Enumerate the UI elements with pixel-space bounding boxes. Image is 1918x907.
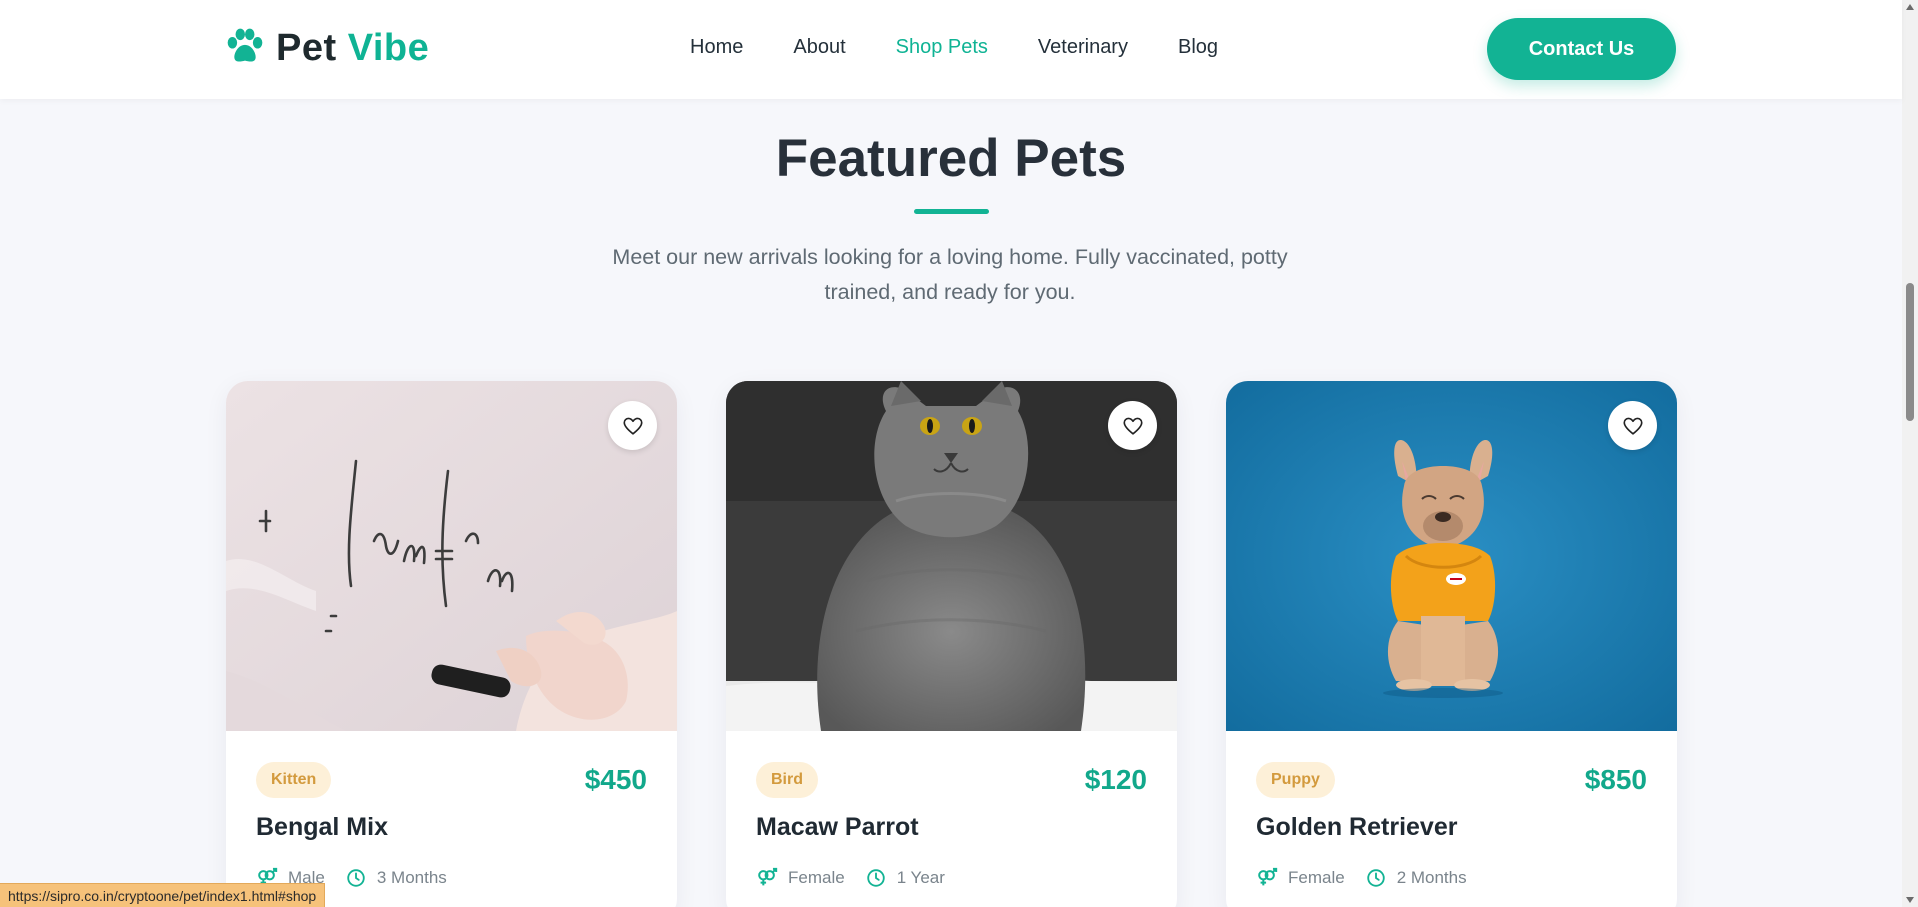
pet-name[interactable]: Bengal Mix	[256, 813, 388, 842]
contact-us-button[interactable]: Contact Us	[1487, 18, 1676, 80]
nav-about[interactable]: About	[793, 36, 845, 59]
pet-card[interactable]: Kitten $450 Bengal Mix Male 3 Months	[226, 381, 677, 907]
nav-blog[interactable]: Blog	[1178, 36, 1218, 59]
scroll-up-arrow-icon[interactable]	[1906, 4, 1914, 10]
nav-home[interactable]: Home	[690, 36, 743, 59]
pet-type-badge: Bird	[756, 762, 818, 798]
clock-icon	[866, 869, 885, 887]
pet-gender: Female	[788, 868, 845, 887]
pet-price: $120	[1084, 764, 1147, 795]
logo[interactable]: Pet Vibe	[224, 26, 429, 70]
favorite-button[interactable]	[608, 401, 657, 450]
pet-age: 3 Months	[376, 868, 447, 887]
pet-meta: Female 2 Months	[1256, 867, 1487, 889]
page-scrollbar[interactable]	[1902, 0, 1918, 907]
scroll-down-arrow-icon[interactable]	[1906, 897, 1914, 903]
pet-name[interactable]: Macaw Parrot	[756, 813, 919, 842]
logo-text: Pet Vibe	[276, 26, 430, 69]
pet-age: 1 Year	[896, 868, 945, 887]
pet-meta: Female 1 Year	[756, 867, 965, 889]
favorite-button[interactable]	[1108, 401, 1157, 450]
pet-name[interactable]: Golden Retriever	[1256, 813, 1457, 842]
pet-price: $450	[584, 764, 647, 795]
main-nav: Home About Shop Pets Veterinary Blog	[690, 36, 1268, 59]
pet-card[interactable]: Puppy $850 Golden Retriever Female 2 Mon…	[1226, 381, 1677, 907]
site-header: Pet Vibe Home About Shop Pets Veterinary…	[0, 0, 1902, 99]
pet-price: $850	[1584, 764, 1647, 795]
pet-type-badge: Kitten	[256, 762, 332, 798]
heart-icon	[1622, 417, 1643, 435]
scrollbar-thumb[interactable]	[1906, 283, 1914, 421]
clock-icon	[347, 869, 365, 887]
gender-icon	[1258, 867, 1278, 886]
paw-icon	[227, 28, 263, 62]
nav-shop-pets[interactable]: Shop Pets	[896, 36, 988, 59]
favorite-button[interactable]	[1608, 401, 1657, 450]
status-url: https://sipro.co.in/cryptoone/pet/index1…	[0, 883, 326, 907]
pet-gender: Female	[1288, 868, 1345, 887]
gender-icon	[758, 867, 778, 886]
title-underline	[914, 209, 989, 214]
heart-icon	[622, 417, 643, 435]
section-title: Featured Pets	[775, 129, 1127, 188]
nav-veterinary[interactable]: Veterinary	[1038, 36, 1128, 59]
heart-icon	[1122, 417, 1143, 435]
section-subtitle: Meet our new arrivals looking for a lovi…	[612, 245, 1288, 304]
pet-card[interactable]: Bird $120 Macaw Parrot Female 1 Year	[726, 381, 1177, 907]
clock-icon	[1366, 869, 1385, 887]
pet-age: 2 Months	[1396, 868, 1467, 887]
pet-type-badge: Puppy	[1256, 762, 1335, 798]
